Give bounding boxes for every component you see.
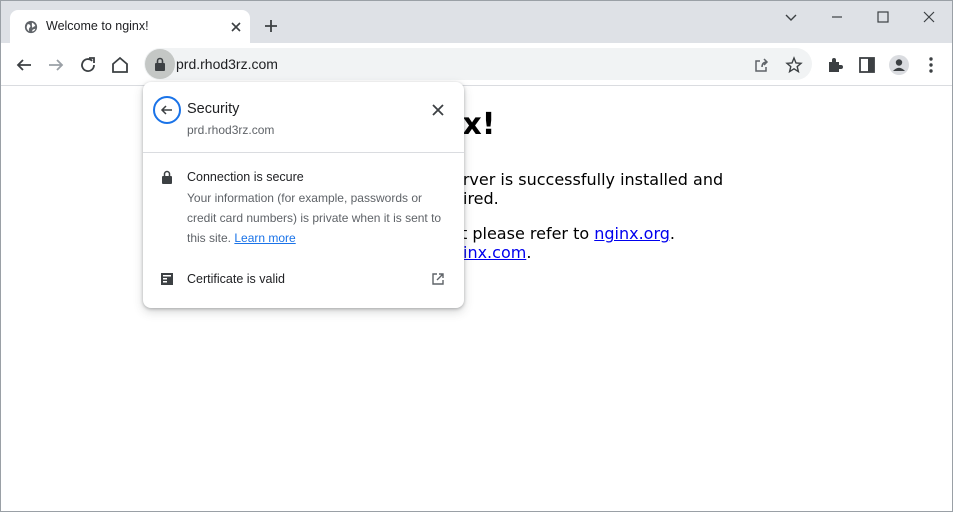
arrow-right-icon[interactable] xyxy=(45,54,67,76)
chevron-down-icon[interactable] xyxy=(781,7,801,27)
tab-strip: Welcome to nginx! xyxy=(1,0,952,44)
tab-active[interactable]: Welcome to nginx! xyxy=(10,10,250,44)
popup-subtitle: prd.rhod3rz.com xyxy=(187,123,275,137)
popup-back-button[interactable] xyxy=(153,96,181,124)
popup-title: Security xyxy=(187,101,240,117)
connection-description-text: Your information (for example, passwords… xyxy=(187,191,442,245)
toolbar: prd.rhod3rz.com xyxy=(1,43,952,86)
maximize-icon[interactable] xyxy=(873,7,893,27)
nginx-org-link[interactable]: nginx.org xyxy=(594,224,670,243)
side-panel-icon[interactable] xyxy=(856,54,878,76)
nginx-com-link[interactable]: inx.com xyxy=(463,243,526,262)
paragraph-2-suffix: . xyxy=(669,224,676,243)
share-icon[interactable] xyxy=(753,56,771,74)
paragraph-2-text: t please refer to xyxy=(461,224,595,243)
reload-icon[interactable] xyxy=(77,54,99,76)
omnibox[interactable]: prd.rhod3rz.com xyxy=(144,48,812,80)
close-icon[interactable] xyxy=(430,102,446,118)
window-close-icon[interactable] xyxy=(919,7,939,27)
close-icon[interactable] xyxy=(228,19,244,35)
certificate-item[interactable]: Certificate is valid xyxy=(187,272,285,286)
star-icon[interactable] xyxy=(785,56,803,74)
profile-icon[interactable] xyxy=(888,54,910,76)
arrow-left-icon xyxy=(160,105,172,115)
arrow-left-icon[interactable] xyxy=(13,54,35,76)
globe-icon xyxy=(24,20,38,34)
tab-title: Welcome to nginx! xyxy=(46,19,149,33)
learn-more-link[interactable]: Learn more xyxy=(234,231,295,245)
browser-window: Welcome to nginx! prd.rhod3rz.com nx! er… xyxy=(0,0,953,512)
security-popup: Security prd.rhod3rz.com Connection is s… xyxy=(143,82,464,308)
connection-status: Connection is secure xyxy=(187,170,304,184)
paragraph-2-line-2: inx.com. xyxy=(463,243,531,262)
lock-icon xyxy=(155,57,165,71)
paragraph-1-line-1: erver is successfully installed and xyxy=(453,170,724,189)
kebab-menu-icon[interactable] xyxy=(920,54,942,76)
plus-icon[interactable] xyxy=(262,17,280,35)
home-icon[interactable] xyxy=(109,54,131,76)
puzzle-icon[interactable] xyxy=(824,54,846,76)
paragraph-2-line-2-suffix: . xyxy=(526,243,532,262)
site-info-button[interactable] xyxy=(145,49,175,79)
paragraph-2-line-1: t please refer to nginx.org. xyxy=(461,224,675,243)
paragraph-1-line-2: ired. xyxy=(463,189,499,208)
external-link-icon[interactable] xyxy=(431,272,445,286)
connection-description: Your information (for example, passwords… xyxy=(187,188,449,248)
certificate-icon xyxy=(161,273,173,285)
url-text[interactable]: prd.rhod3rz.com xyxy=(176,56,278,72)
lock-icon xyxy=(162,170,172,184)
minimize-icon[interactable] xyxy=(827,7,847,27)
popup-divider xyxy=(143,152,464,153)
